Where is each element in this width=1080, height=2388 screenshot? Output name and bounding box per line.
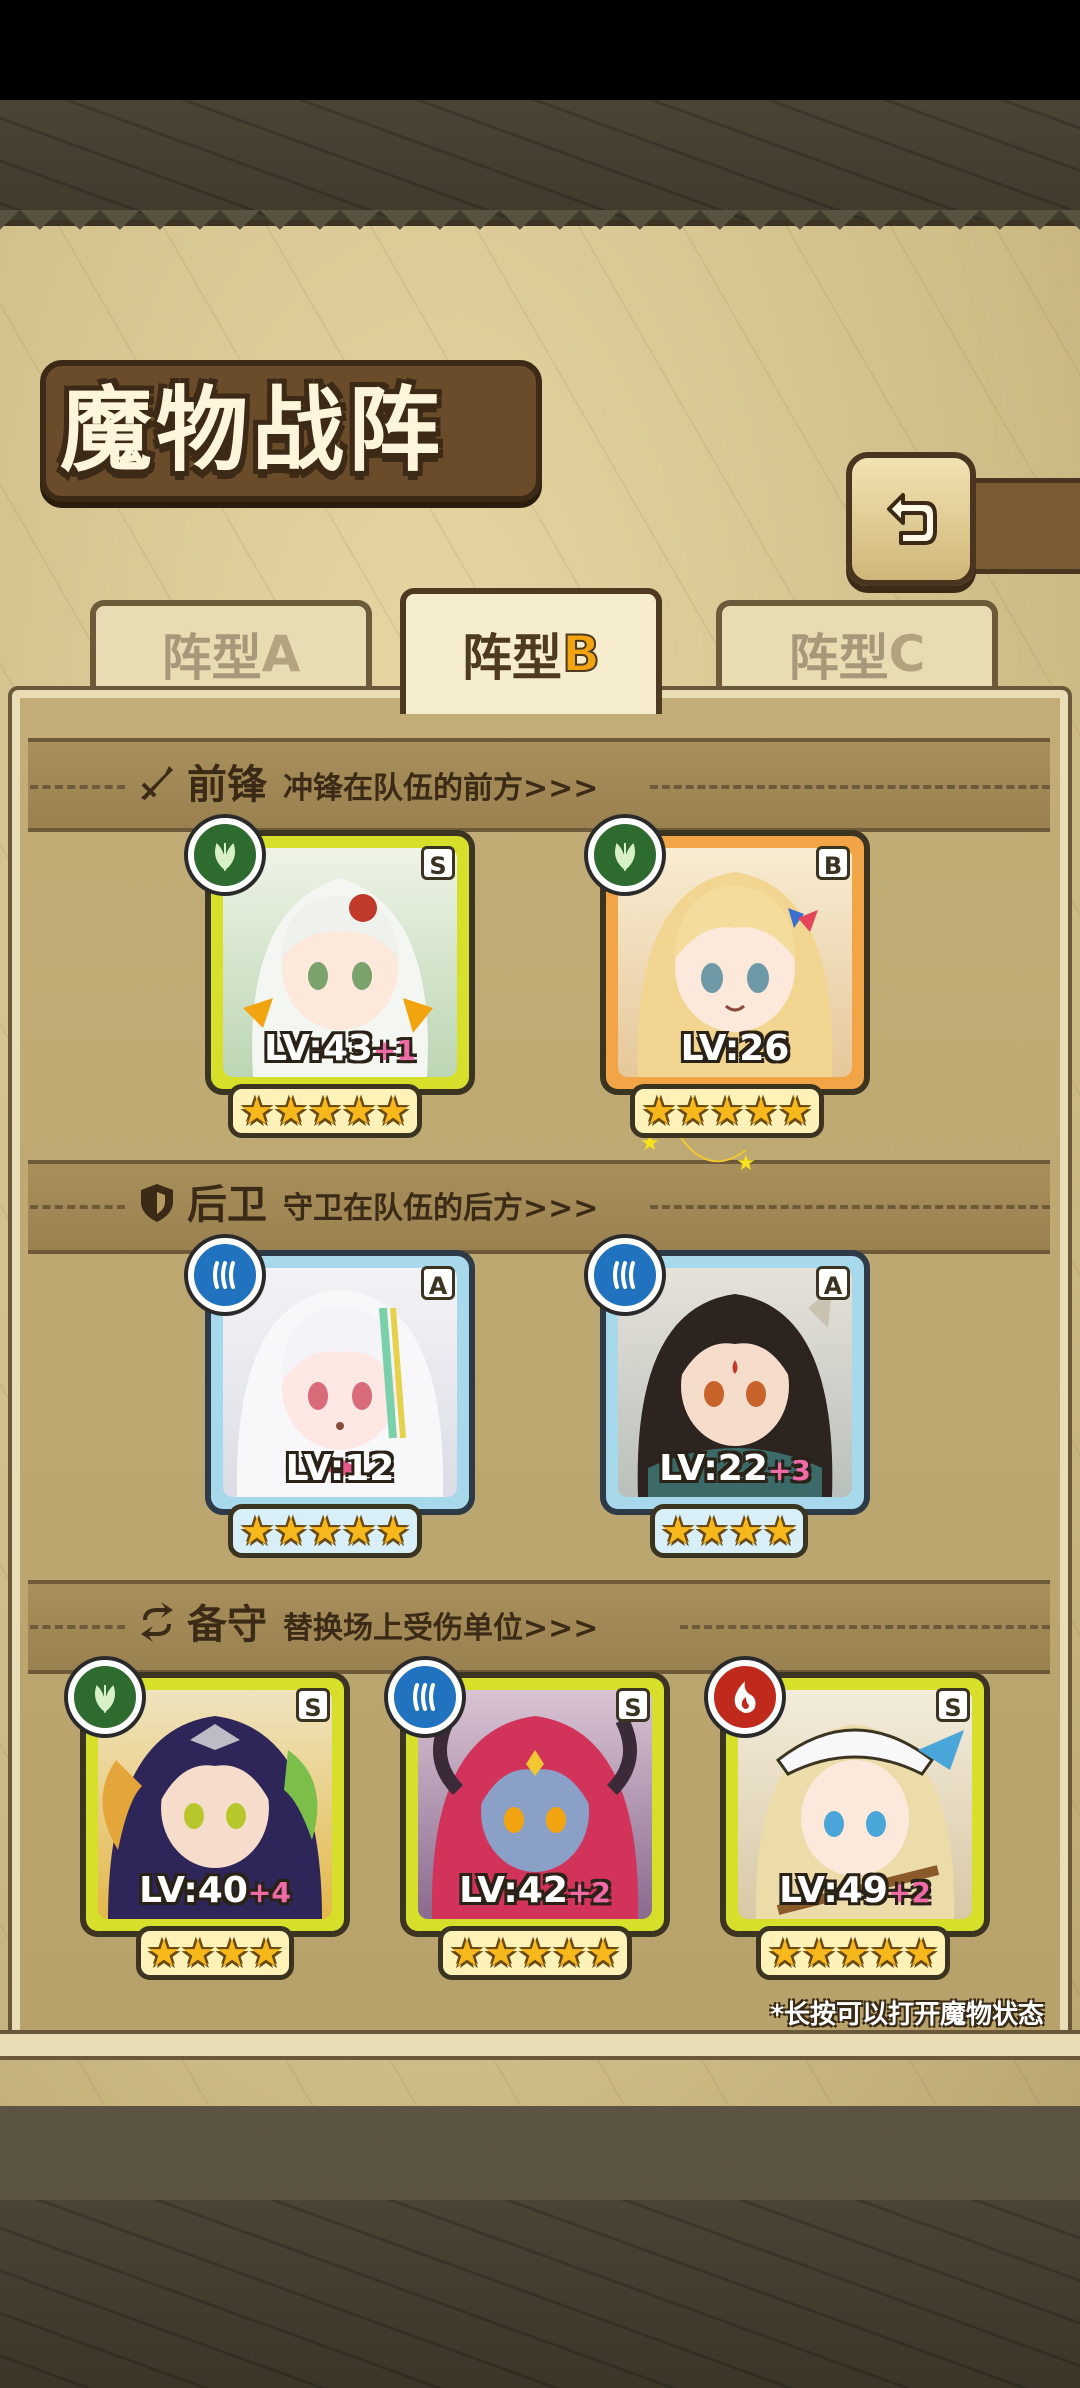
map-bottom-band [0, 2200, 1080, 2388]
divider [650, 1205, 1050, 1209]
leaf-icon [588, 818, 662, 892]
svg-text:★: ★ [736, 1151, 756, 1176]
return-icon [887, 493, 937, 545]
tab-formation-a[interactable]: 阵型 A [90, 600, 372, 702]
section-reserve-title: 备守 替换场上受伤单位>>> [135, 1592, 598, 1652]
unit-level: LV:42+2 [459, 1870, 611, 1911]
tab-key: B [561, 624, 601, 684]
section-title: 前锋 [187, 761, 267, 808]
tab-key: C [888, 625, 926, 683]
frame-bottom-rail [0, 2030, 1080, 2060]
water-icon [188, 1238, 262, 1312]
section-subtitle: 冲锋在队伍的前方>>> [283, 771, 599, 806]
section-back-title: 后卫 守卫在队伍的后方>>> [135, 1172, 598, 1232]
water-icon [588, 1238, 662, 1312]
tab-key: A [261, 625, 301, 683]
section-front-title: 前锋 冲锋在队伍的前方>>> [135, 752, 598, 812]
divider [650, 785, 1050, 789]
star-rating: ★★★★ [650, 1504, 808, 1558]
tab-formation-c[interactable]: 阵型 C [716, 600, 998, 702]
section-title: 后卫 [187, 1181, 267, 1228]
rank-badge: S [616, 1688, 650, 1722]
star-rating: ★★★★★ [228, 1504, 422, 1558]
rank-badge: A [421, 1266, 455, 1300]
divider [680, 1625, 1050, 1629]
star-rating: ★★★★ [136, 1926, 294, 1980]
fire-icon [708, 1660, 782, 1734]
rank-badge: B [816, 846, 850, 880]
swap-icon [141, 1602, 173, 1642]
unit-level: LV:43+1 [264, 1028, 416, 1069]
divider [30, 1205, 125, 1209]
unit-level: LV:12 [285, 1448, 395, 1489]
star-rating: ★★★★★ [438, 1926, 632, 1980]
divider [30, 1625, 125, 1629]
tab-label: 阵型 [461, 629, 562, 687]
section-title: 备守 [187, 1601, 267, 1648]
unit-level: LV:26 [680, 1028, 790, 1069]
long-press-hint: *长按可以打开魔物状态 [770, 2000, 1044, 2030]
page-title: 魔物战阵 [60, 376, 445, 484]
star-rating: ★★★★★ [630, 1084, 824, 1138]
section-subtitle: 守卫在队伍的后方>>> [283, 1191, 599, 1226]
panel-torn-edge [0, 210, 1080, 240]
rank-badge: S [936, 1688, 970, 1722]
tab-formation-b[interactable]: 阵型 B [400, 588, 662, 714]
rank-badge: A [816, 1266, 850, 1300]
rank-badge: S [296, 1688, 330, 1722]
unit-level: LV:49+2 [779, 1870, 931, 1911]
back-button[interactable] [846, 452, 976, 586]
back-shelf [960, 478, 1080, 574]
section-subtitle: 替换场上受伤单位>>> [283, 1611, 599, 1646]
unit-level: LV:22+3 [659, 1448, 811, 1489]
leaf-icon [68, 1660, 142, 1734]
tab-label: 阵型 [161, 629, 262, 687]
water-icon [388, 1660, 462, 1734]
rank-badge: S [421, 846, 455, 880]
leaf-icon [188, 818, 262, 892]
star-rating: ★★★★★ [228, 1084, 422, 1138]
divider [30, 785, 125, 789]
tab-label: 阵型 [788, 629, 889, 687]
sword-icon [141, 766, 173, 800]
unit-level: LV:40+4 [139, 1870, 291, 1911]
star-rating: ★★★★★ [756, 1926, 950, 1980]
status-bar [0, 0, 1080, 100]
shield-icon [141, 1184, 173, 1222]
